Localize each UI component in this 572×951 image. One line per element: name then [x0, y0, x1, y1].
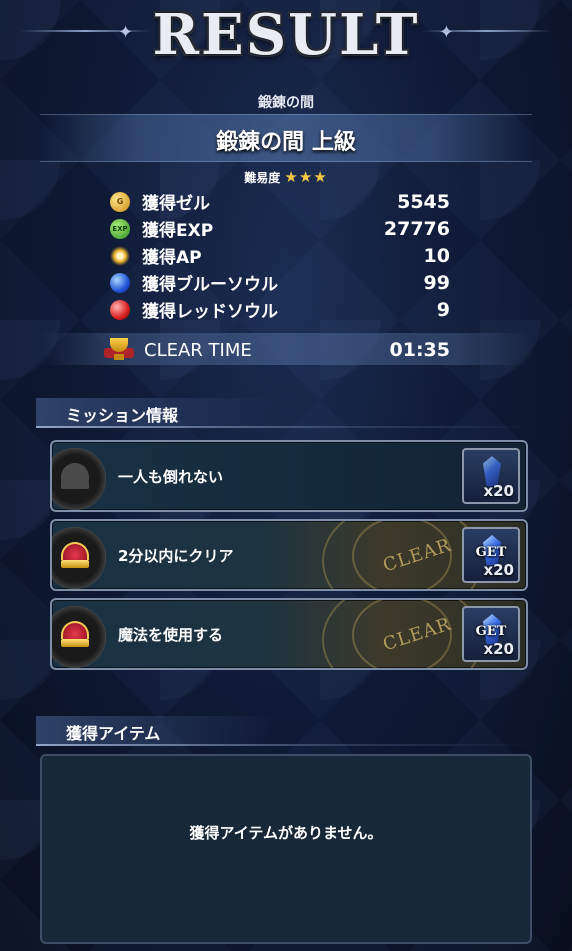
reward-row-blue-soul: 獲得ブルーソウル 99 — [110, 269, 450, 296]
reward-row-gil: G 獲得ゼル 5545 — [110, 188, 450, 215]
exp-icon: EXP — [110, 218, 130, 239]
gil-coin-icon: G — [110, 191, 130, 212]
gold-crown-icon — [52, 606, 106, 668]
ap-icon — [110, 245, 130, 266]
mission-reward: GET x20 — [462, 527, 520, 583]
mission-reward-qty: x20 — [483, 640, 514, 658]
mission-section-title: ミッション情報 — [66, 406, 179, 425]
items-empty-message: 獲得アイテムがありません。 — [189, 824, 383, 842]
items-section-divider — [36, 744, 536, 746]
difficulty-stars-icon: ★★★ — [284, 168, 328, 186]
reward-row-red-soul: 獲得レッドソウル 9 — [110, 296, 450, 323]
mission-card-cleared: CLEAR 魔法を使用する GET x20 — [50, 598, 528, 670]
reward-value: 5545 — [397, 190, 450, 213]
red-soul-icon — [110, 299, 130, 320]
mission-card-cleared: CLEAR 2分以内にクリア GET x20 — [50, 519, 528, 591]
reward-value: 27776 — [383, 217, 450, 240]
mission-reward: GET x20 — [462, 606, 520, 662]
mission-text: 魔法を使用する — [118, 626, 224, 644]
mission-text: 一人も倒れない — [118, 468, 224, 486]
reward-label: 獲得レッドソウル — [142, 302, 278, 322]
mission-reward-qty: x20 — [483, 482, 514, 500]
reward-row-exp: EXP 獲得EXP 27776 — [110, 215, 450, 242]
mission-text: 2分以内にクリア — [118, 547, 234, 565]
reward-value: 9 — [436, 298, 450, 321]
reward-list: G 獲得ゼル 5545 EXP 獲得EXP 27776 獲得AP 10 獲得ブル… — [110, 188, 450, 323]
items-section-header: 獲得アイテム — [36, 716, 536, 746]
mission-reward-qty: x20 — [483, 561, 514, 579]
mission-reward-get: GET — [475, 545, 507, 560]
clear-time-row: CLEAR TIME 01:35 — [104, 336, 450, 364]
reward-label: 獲得AP — [142, 248, 202, 268]
reward-row-ap: 獲得AP 10 — [110, 242, 450, 269]
blue-soul-icon — [110, 272, 130, 293]
mission-card: 一人も倒れない x20 — [50, 440, 528, 512]
mission-section-header: ミッション情報 — [36, 398, 536, 428]
stage-name: 鍛錬の間 上級 — [216, 130, 356, 155]
result-header: ✦ ✦ RESULT — [0, 0, 572, 70]
reward-value: 10 — [423, 244, 450, 267]
reward-value: 99 — [423, 271, 450, 294]
dungeon-name: 鍛錬の間 — [258, 95, 314, 111]
mission-reward: x20 — [462, 448, 520, 504]
difficulty: 難易度 ★★★ — [0, 168, 572, 186]
difficulty-label: 難易度 — [244, 171, 281, 185]
trophy-icon — [104, 336, 134, 364]
reward-label: 獲得ブルーソウル — [142, 275, 278, 295]
clear-time-value: 01:35 — [389, 339, 450, 361]
mission-reward-get: GET — [475, 624, 507, 639]
items-section-title: 獲得アイテム — [66, 724, 161, 743]
dark-crown-icon — [52, 448, 106, 510]
result-title: RESULT — [152, 2, 420, 68]
reward-label: 獲得EXP — [142, 221, 214, 241]
gold-crown-icon — [52, 527, 106, 589]
clear-time-label: CLEAR TIME — [144, 339, 252, 361]
items-panel: 獲得アイテムがありません。 — [40, 754, 532, 944]
mission-section-divider — [36, 426, 536, 428]
reward-label: 獲得ゼル — [142, 194, 210, 214]
